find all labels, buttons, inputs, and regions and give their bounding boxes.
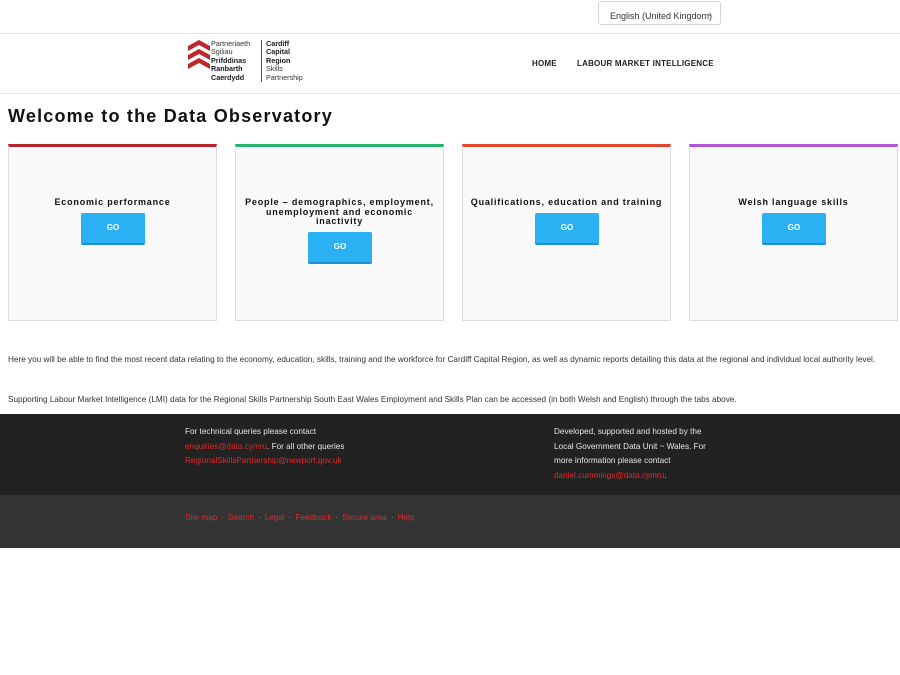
footer-text: Local Government Data Unit ~ Wales. For — [554, 441, 706, 451]
card-title: Qualifications, education and training — [470, 197, 663, 207]
site-header: Partneriaeth Sgiliau Prifddinas Ranbarth… — [0, 35, 900, 94]
chevron-down-icon: ⌄ — [706, 9, 713, 18]
card-welsh-language-skills: Welsh language skills GO — [689, 144, 898, 321]
card-economic-performance: Economic performance GO — [8, 144, 217, 321]
go-button[interactable]: GO — [535, 213, 599, 245]
email-link[interactable]: daniel.cummings@data.cymru — [554, 471, 664, 480]
intro-paragraph: Here you will be able to find the most r… — [8, 355, 876, 364]
card-people-demographics: People – demographics, employment, unemp… — [235, 144, 444, 321]
nav-labour-market-intelligence[interactable]: LABOUR MARKET INTELLIGENCE — [577, 59, 714, 68]
card-title: Economic performance — [54, 197, 171, 207]
footer-text: . — [664, 470, 667, 480]
footer-link-secure-area[interactable]: Secure area — [342, 513, 387, 522]
language-select-value: English (United Kingdom) — [610, 11, 713, 21]
footer-link-legal[interactable]: Legal — [265, 513, 285, 522]
email-link[interactable]: RegionalSkillsPartnership@newport.gov.uk — [185, 456, 342, 465]
footer-text: Developed, supported and hosted by the — [554, 427, 702, 436]
footer-links: Site map · Search · Legal · Feedback · Secure ar… — [185, 513, 414, 522]
footer-hosting-info: Developed, supported and hosted by the L… — [554, 425, 706, 483]
language-select[interactable]: English (United Kingdom) ⌄ — [598, 1, 721, 25]
email-link[interactable]: enquiries@data.cymru — [185, 442, 267, 451]
link-separator: · — [258, 513, 261, 522]
link-separator: · — [221, 513, 225, 522]
footer-technical-queries: For technical queries please contact enq… — [185, 425, 344, 469]
nav-home[interactable]: HOME — [532, 59, 557, 68]
footer-text: more information please contact — [554, 456, 671, 465]
logo-welsh-text: Partneriaeth Sgiliau Prifddinas Ranbarth… — [211, 39, 250, 82]
link-separator: · — [335, 513, 339, 522]
go-button[interactable]: GO — [81, 213, 145, 245]
go-button[interactable]: GO — [308, 232, 372, 264]
footer-text: . For all other queries — [267, 441, 345, 451]
footer-link-feedback[interactable]: Feedback — [296, 513, 332, 522]
footer-link-help[interactable]: Help — [398, 513, 415, 522]
logo-line: Caerdydd — [211, 72, 245, 82]
card-qualifications: Qualifications, education and training G… — [462, 144, 671, 321]
page-title: Welcome to the Data Observatory — [8, 106, 333, 126]
lmi-paragraph: Supporting Labour Market Intelligence (L… — [8, 395, 737, 404]
chevron-logo-icon — [188, 40, 210, 69]
card-title: Welsh language skills — [738, 197, 849, 207]
footer-link-search[interactable]: Search — [228, 513, 254, 522]
language-bar: English (United Kingdom) ⌄ — [0, 0, 900, 34]
logo-line: Partnership — [266, 72, 303, 82]
go-button[interactable]: GO — [762, 213, 826, 245]
footer-text: For technical queries please contact — [185, 427, 317, 436]
card-title: People – demographics, employment, unemp… — [245, 197, 434, 226]
footer-link-site-map[interactable]: Site map — [185, 513, 217, 522]
footer-contact: For technical queries please contact enq… — [0, 414, 900, 495]
link-separator: · — [390, 513, 394, 522]
footer-links-bar: Site map · Search · Legal · Feedback · Secure ar… — [0, 495, 900, 548]
logo-english-text: Cardiff Capital Region Skills Partnershi… — [261, 39, 303, 83]
site-logo[interactable]: Partneriaeth Sgiliau Prifddinas Ranbarth… — [188, 38, 304, 86]
link-separator: · — [288, 513, 292, 522]
